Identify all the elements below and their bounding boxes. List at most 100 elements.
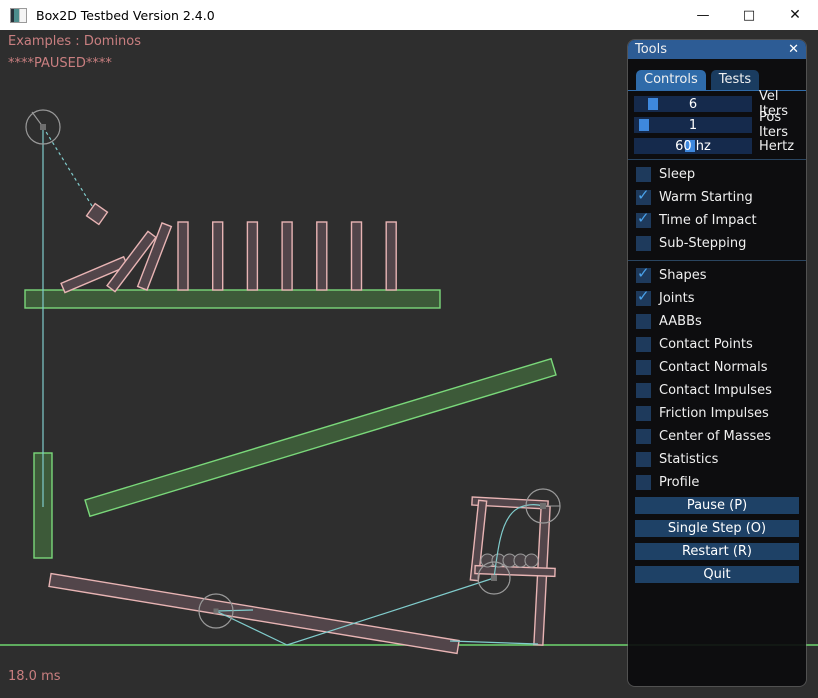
checkbox-section: Sleep ✓ Warm Starting ✓Time of Impact Sub-St… xyxy=(628,163,806,494)
seesaw-plank xyxy=(49,574,459,654)
tools-panel-title: Tools xyxy=(635,42,667,57)
app-window: Box2D Testbed Version 2.4.0 — □ ✕ xyxy=(0,0,818,698)
checkbox-shapes[interactable]: ✓ Shapes xyxy=(628,264,806,287)
ball xyxy=(525,554,538,567)
pendulum-bob-square xyxy=(87,204,108,225)
checkbox-label: Profile xyxy=(659,475,699,490)
physics-canvas[interactable]: Examples : Dominos ****PAUSED**** 18.0 m… xyxy=(0,30,818,698)
checkbox-warm-starting[interactable]: ✓ Warm Starting xyxy=(628,186,806,209)
domino-upright xyxy=(386,222,396,290)
checkbox-label: Joints xyxy=(659,291,695,306)
slider-row-pos-iters: 1Pos Iters xyxy=(634,117,800,133)
checkbox-unchecked-icon[interactable] xyxy=(636,167,651,182)
title-bar: Box2D Testbed Version 2.4.0 — □ ✕ xyxy=(0,0,818,30)
checkbox-label: Sleep xyxy=(659,167,695,182)
ramp xyxy=(85,359,556,517)
checkbox-unchecked-icon[interactable] xyxy=(636,383,651,398)
slider-value: 6 xyxy=(634,96,752,112)
center-of-mass-square xyxy=(40,124,46,130)
checkbox-unchecked-icon[interactable] xyxy=(636,475,651,490)
check-icon: ✓ xyxy=(637,209,650,227)
slider-section: 6Vel Iters1Pos Iters60 hzHertz xyxy=(628,96,806,154)
tools-panel-header[interactable]: Tools ✕ xyxy=(628,40,806,59)
checkbox-label: Warm Starting xyxy=(659,190,753,205)
checkbox-contact-normals[interactable]: Contact Normals xyxy=(628,356,806,379)
checkbox-group: ✓ Shapes ✓ Joints AABBs Contact Points Contact… xyxy=(628,264,806,494)
checkbox-label: Center of Masses xyxy=(659,429,771,444)
checkbox-checked-icon[interactable]: ✓ xyxy=(636,291,651,306)
checkbox-center-of-masses[interactable]: Center of Masses xyxy=(628,425,806,448)
checkbox-group: Sleep ✓ Warm Starting ✓Time of Impact Sub-St… xyxy=(628,163,806,255)
checkbox-unchecked-icon[interactable] xyxy=(636,452,651,467)
checkbox-label: Contact Impulses xyxy=(659,383,772,398)
checkbox-time-of-impact[interactable]: ✓Time of Impact xyxy=(628,209,806,232)
checkbox-contact-impulses[interactable]: Contact Impulses xyxy=(628,379,806,402)
checkbox-sub-stepping[interactable]: Sub-Stepping xyxy=(628,232,806,255)
slider-label: Pos Iters xyxy=(759,110,800,140)
domino-upright xyxy=(317,222,327,290)
panel-tabs: ControlsTests xyxy=(636,70,806,90)
domino-upright xyxy=(213,222,223,290)
pendulum-rope-line xyxy=(43,127,97,214)
checkbox-unchecked-icon[interactable] xyxy=(636,360,651,375)
restart-r-button[interactable]: Restart (R) xyxy=(635,543,799,560)
check-icon: ✓ xyxy=(637,186,650,204)
slider-value: 1 xyxy=(634,117,752,133)
slider-track-pos-iters[interactable]: 1 xyxy=(634,117,752,133)
checkbox-profile[interactable]: Profile xyxy=(628,471,806,494)
tools-panel: Tools ✕ ControlsTests 6Vel Iters1Pos Ite… xyxy=(628,40,806,686)
checkbox-aabbs[interactable]: AABBs xyxy=(628,310,806,333)
checkbox-unchecked-icon[interactable] xyxy=(636,337,651,352)
close-button[interactable]: ✕ xyxy=(772,0,818,30)
check-icon: ✓ xyxy=(637,264,650,282)
checkbox-label: Shapes xyxy=(659,268,706,283)
checkbox-checked-icon[interactable]: ✓ xyxy=(636,190,651,205)
separator xyxy=(628,260,806,261)
minimize-icon: — xyxy=(697,8,710,23)
domino-platform xyxy=(25,290,440,308)
app-icon xyxy=(10,8,27,23)
checkbox-sleep[interactable]: Sleep xyxy=(628,163,806,186)
checkbox-unchecked-icon[interactable] xyxy=(636,236,651,251)
checkbox-joints[interactable]: ✓ Joints xyxy=(628,287,806,310)
tab-tests[interactable]: Tests xyxy=(711,70,759,90)
joint-line xyxy=(450,641,538,644)
checkbox-friction-impulses[interactable]: Friction Impulses xyxy=(628,402,806,425)
domino-upright xyxy=(178,222,188,290)
checkbox-label: Sub-Stepping xyxy=(659,236,746,251)
minimize-button[interactable]: — xyxy=(680,0,726,30)
panel-close-button[interactable]: ✕ xyxy=(788,42,799,57)
tab-controls[interactable]: Controls xyxy=(636,70,706,90)
center-of-mass-square xyxy=(540,503,546,509)
checkbox-label: AABBs xyxy=(659,314,702,329)
maximize-icon: □ xyxy=(743,8,755,23)
check-icon: ✓ xyxy=(637,287,650,305)
domino-upright xyxy=(282,222,292,290)
separator xyxy=(628,159,806,160)
checkbox-label: Statistics xyxy=(659,452,718,467)
window-title: Box2D Testbed Version 2.4.0 xyxy=(36,8,215,23)
slider-track-hertz[interactable]: 60 hz xyxy=(634,138,752,154)
slider-track-vel-iters[interactable]: 6 xyxy=(634,96,752,112)
close-icon: ✕ xyxy=(789,7,801,23)
checkbox-label: Contact Normals xyxy=(659,360,768,375)
checkbox-statistics[interactable]: Statistics xyxy=(628,448,806,471)
checkbox-unchecked-icon[interactable] xyxy=(636,429,651,444)
slider-value: 60 hz xyxy=(634,138,752,154)
maximize-button[interactable]: □ xyxy=(726,0,772,30)
pause-p-button[interactable]: Pause (P) xyxy=(635,497,799,514)
checkbox-checked-icon[interactable]: ✓ xyxy=(636,268,651,283)
example-label: Examples : Dominos xyxy=(8,34,141,49)
paused-label: ****PAUSED**** xyxy=(8,56,112,71)
checkbox-checked-icon[interactable]: ✓ xyxy=(636,213,651,228)
checkbox-contact-points[interactable]: Contact Points xyxy=(628,333,806,356)
single-step-o-button[interactable]: Single Step (O) xyxy=(635,520,799,537)
checkbox-unchecked-icon[interactable] xyxy=(636,314,651,329)
checkbox-label: Friction Impulses xyxy=(659,406,769,421)
frame-time-label: 18.0 ms xyxy=(8,669,61,684)
button-section: Pause (P) Single Step (O) Restart (R) Quit xyxy=(628,497,806,583)
checkbox-label: Contact Points xyxy=(659,337,753,352)
center-of-mass-square xyxy=(214,609,219,614)
checkbox-unchecked-icon[interactable] xyxy=(636,406,651,421)
quit-button[interactable]: Quit xyxy=(635,566,799,583)
